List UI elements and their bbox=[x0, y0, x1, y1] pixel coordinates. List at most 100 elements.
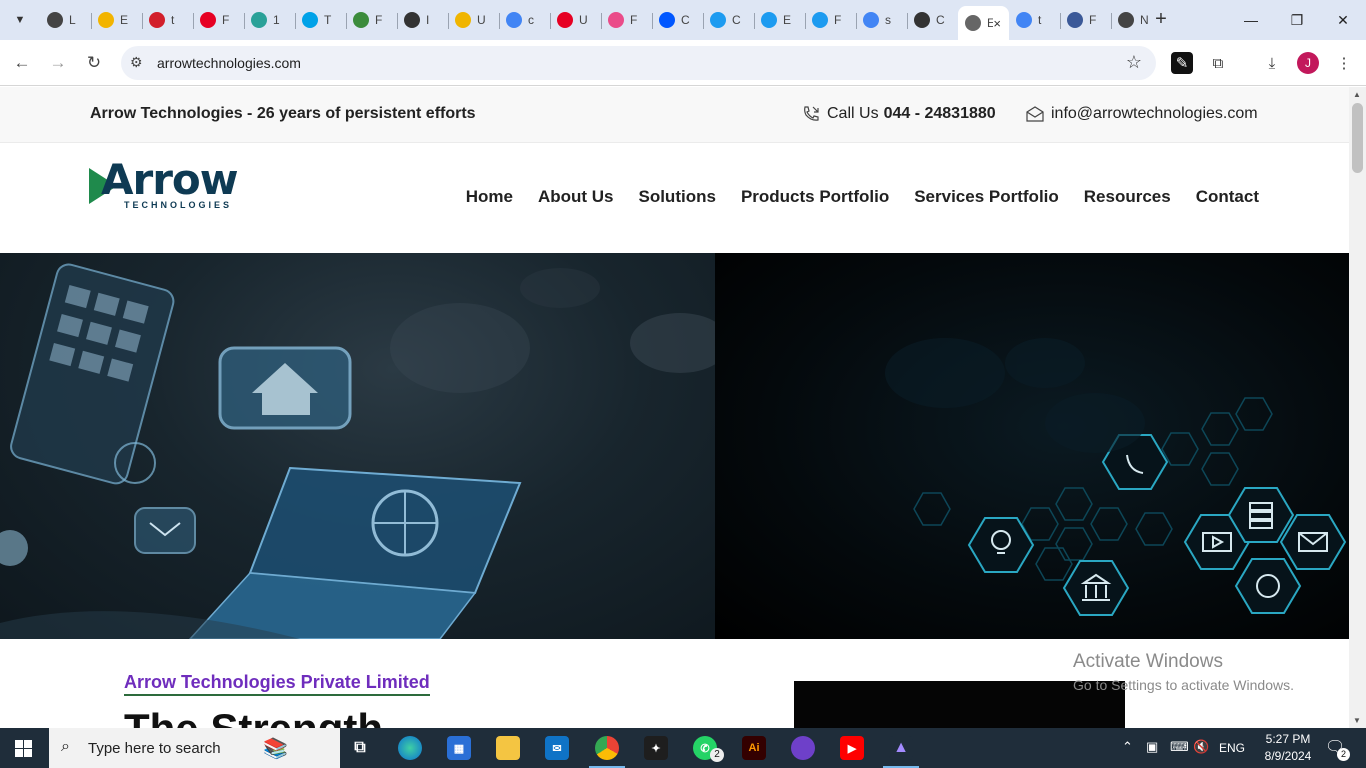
close-window-button[interactable]: ✕ bbox=[1320, 0, 1366, 40]
browser-tab[interactable]: U bbox=[448, 6, 499, 34]
tab-title: F bbox=[222, 13, 230, 27]
reload-button[interactable]: ↻ bbox=[81, 50, 107, 76]
minimize-button[interactable]: — bbox=[1228, 0, 1274, 40]
chrome-icon[interactable] bbox=[589, 736, 625, 768]
page-scrollbar[interactable]: ▲ ▼ bbox=[1349, 87, 1366, 728]
tab-title: L bbox=[69, 13, 76, 27]
scroll-up-icon[interactable]: ▲ bbox=[1353, 90, 1361, 99]
browser-tab[interactable]: E bbox=[91, 6, 142, 34]
language-indicator[interactable]: ENG bbox=[1219, 741, 1245, 755]
owl-icon bbox=[914, 12, 930, 28]
github-icon[interactable] bbox=[791, 736, 815, 760]
illustrator-icon[interactable]: Ai bbox=[742, 736, 766, 760]
close-tab-icon[interactable]: × bbox=[993, 16, 1001, 31]
tab-title: E bbox=[120, 13, 129, 27]
figma-icon[interactable]: ✦ bbox=[644, 736, 668, 760]
browser-tab-strip: ▼ L Et F 1 T F I Uc U F C C E Fs C E × t F N + — ❐ ✕ bbox=[0, 0, 1366, 40]
site-info-icon[interactable]: ⚙ bbox=[130, 54, 143, 71]
download-icon[interactable]: ⤓ bbox=[1261, 52, 1283, 74]
scrollbar-thumb[interactable] bbox=[1352, 103, 1363, 173]
browser-tab[interactable]: F bbox=[1060, 6, 1111, 34]
scroll-down-icon[interactable]: ▼ bbox=[1353, 716, 1361, 725]
robot-icon bbox=[353, 12, 369, 28]
phone-number[interactable]: 044 - 24831880 bbox=[884, 105, 996, 123]
browser-tab[interactable]: U bbox=[550, 6, 601, 34]
logo-subtitle: TECHNOLOGIES bbox=[124, 200, 233, 210]
tab-list: L Et F 1 T F I Uc U F C C E Fs C E × t F N bbox=[40, 6, 1162, 40]
browser-tab[interactable]: E bbox=[754, 6, 805, 34]
digital-devices-illustration bbox=[0, 263, 715, 639]
openai-icon bbox=[47, 12, 63, 28]
arrow-logo[interactable]: Arrow TECHNOLOGIES bbox=[89, 155, 239, 214]
browser-tab[interactable]: F bbox=[193, 6, 244, 34]
pen-extension-icon[interactable]: ✎ bbox=[1171, 52, 1193, 74]
back-button[interactable]: ← bbox=[9, 50, 35, 76]
new-tab-button[interactable]: + bbox=[1151, 9, 1171, 29]
system-clock[interactable]: 5:27 PM 8/9/2024 bbox=[1258, 731, 1318, 765]
tab-title: F bbox=[834, 13, 842, 27]
nav-home[interactable]: Home bbox=[466, 187, 513, 207]
meet-icon[interactable]: ▣ bbox=[1146, 739, 1158, 755]
email-contact[interactable]: info@arrowtechnologies.com bbox=[1025, 104, 1258, 124]
search-placeholder[interactable]: Type here to search bbox=[88, 740, 221, 757]
email-address[interactable]: info@arrowtechnologies.com bbox=[1051, 105, 1258, 123]
browser-tab[interactable]: L bbox=[40, 6, 91, 34]
browser-tab[interactable]: C bbox=[703, 6, 754, 34]
url-text[interactable]: arrowtechnologies.com bbox=[157, 55, 301, 71]
store-icon[interactable]: ▦ bbox=[447, 736, 471, 760]
google-icon bbox=[863, 12, 879, 28]
browser-tab[interactable]: F bbox=[601, 6, 652, 34]
forward-button[interactable]: → bbox=[45, 50, 71, 76]
browser-tab[interactable]: T bbox=[295, 6, 346, 34]
reload-icon: ↻ bbox=[86, 53, 102, 72]
envelope-icon bbox=[1026, 106, 1044, 122]
browser-tab[interactable]: 1 bbox=[244, 6, 295, 34]
tab-search-button[interactable]: ▼ bbox=[8, 8, 32, 32]
file-explorer-icon[interactable] bbox=[496, 736, 520, 760]
tray-chevron-icon[interactable]: ⌃ bbox=[1122, 739, 1133, 755]
w-icon bbox=[812, 12, 828, 28]
browser-tab[interactable]: C bbox=[907, 6, 958, 34]
app-mountain-icon[interactable]: ▲ bbox=[883, 736, 919, 768]
address-bar[interactable]: ⚙ arrowtechnologies.com ☆ bbox=[121, 46, 1156, 80]
top-info-bar: Arrow Technologies - 26 years of persist… bbox=[0, 87, 1349, 143]
extensions-icon[interactable]: ⧉ bbox=[1207, 52, 1229, 74]
watermark-title: Activate Windows bbox=[1073, 651, 1223, 672]
youtube-icon[interactable]: ▶ bbox=[840, 736, 864, 760]
restore-button[interactable]: ❐ bbox=[1274, 0, 1320, 40]
mail-icon[interactable]: ✉ bbox=[545, 736, 569, 760]
taskbar-search[interactable]: ⌕ Type here to search 📚 bbox=[49, 728, 340, 768]
tagline: Arrow Technologies - 26 years of persist… bbox=[90, 105, 476, 122]
network-icon[interactable]: ⌨ bbox=[1170, 739, 1189, 755]
search-icon: ⌕ bbox=[61, 738, 70, 755]
company-name-link[interactable]: Arrow Technologies Private Limited bbox=[124, 672, 430, 696]
nav-services-portfolio[interactable]: Services Portfolio bbox=[914, 187, 1059, 207]
browser-tab[interactable]: t bbox=[1009, 6, 1060, 34]
nav-contact[interactable]: Contact bbox=[1196, 187, 1259, 207]
bookmark-star-icon[interactable]: ☆ bbox=[1126, 52, 1142, 73]
windows-start-icon[interactable] bbox=[15, 740, 32, 757]
volume-muted-icon[interactable]: 🔇 bbox=[1193, 739, 1209, 755]
tab-title: F bbox=[375, 13, 383, 27]
nav-products-portfolio[interactable]: Products Portfolio bbox=[741, 187, 889, 207]
browser-tab[interactable]: E × bbox=[958, 6, 1009, 40]
google-icon bbox=[506, 12, 522, 28]
browser-tab[interactable]: F bbox=[346, 6, 397, 34]
browser-tab[interactable]: C bbox=[652, 6, 703, 34]
nav-about-us[interactable]: About Us bbox=[538, 187, 614, 207]
browser-tab[interactable]: I bbox=[397, 6, 448, 34]
nav-resources[interactable]: Resources bbox=[1084, 187, 1171, 207]
browser-tab[interactable]: s bbox=[856, 6, 907, 34]
task-view-icon[interactable]: ⧉ bbox=[348, 736, 372, 760]
tab-title: C bbox=[936, 13, 945, 27]
dribbble-icon bbox=[608, 12, 624, 28]
edge-icon[interactable] bbox=[398, 736, 422, 760]
tab-title: 1 bbox=[273, 13, 280, 27]
browser-tab[interactable]: c bbox=[499, 6, 550, 34]
browser-tab[interactable]: t bbox=[142, 6, 193, 34]
profile-avatar[interactable]: J bbox=[1297, 52, 1319, 74]
more-menu-icon[interactable]: ⋮ bbox=[1333, 52, 1355, 74]
call-us[interactable]: Call Us 044 - 24831880 bbox=[801, 104, 996, 124]
browser-tab[interactable]: F bbox=[805, 6, 856, 34]
nav-solutions[interactable]: Solutions bbox=[638, 187, 715, 207]
